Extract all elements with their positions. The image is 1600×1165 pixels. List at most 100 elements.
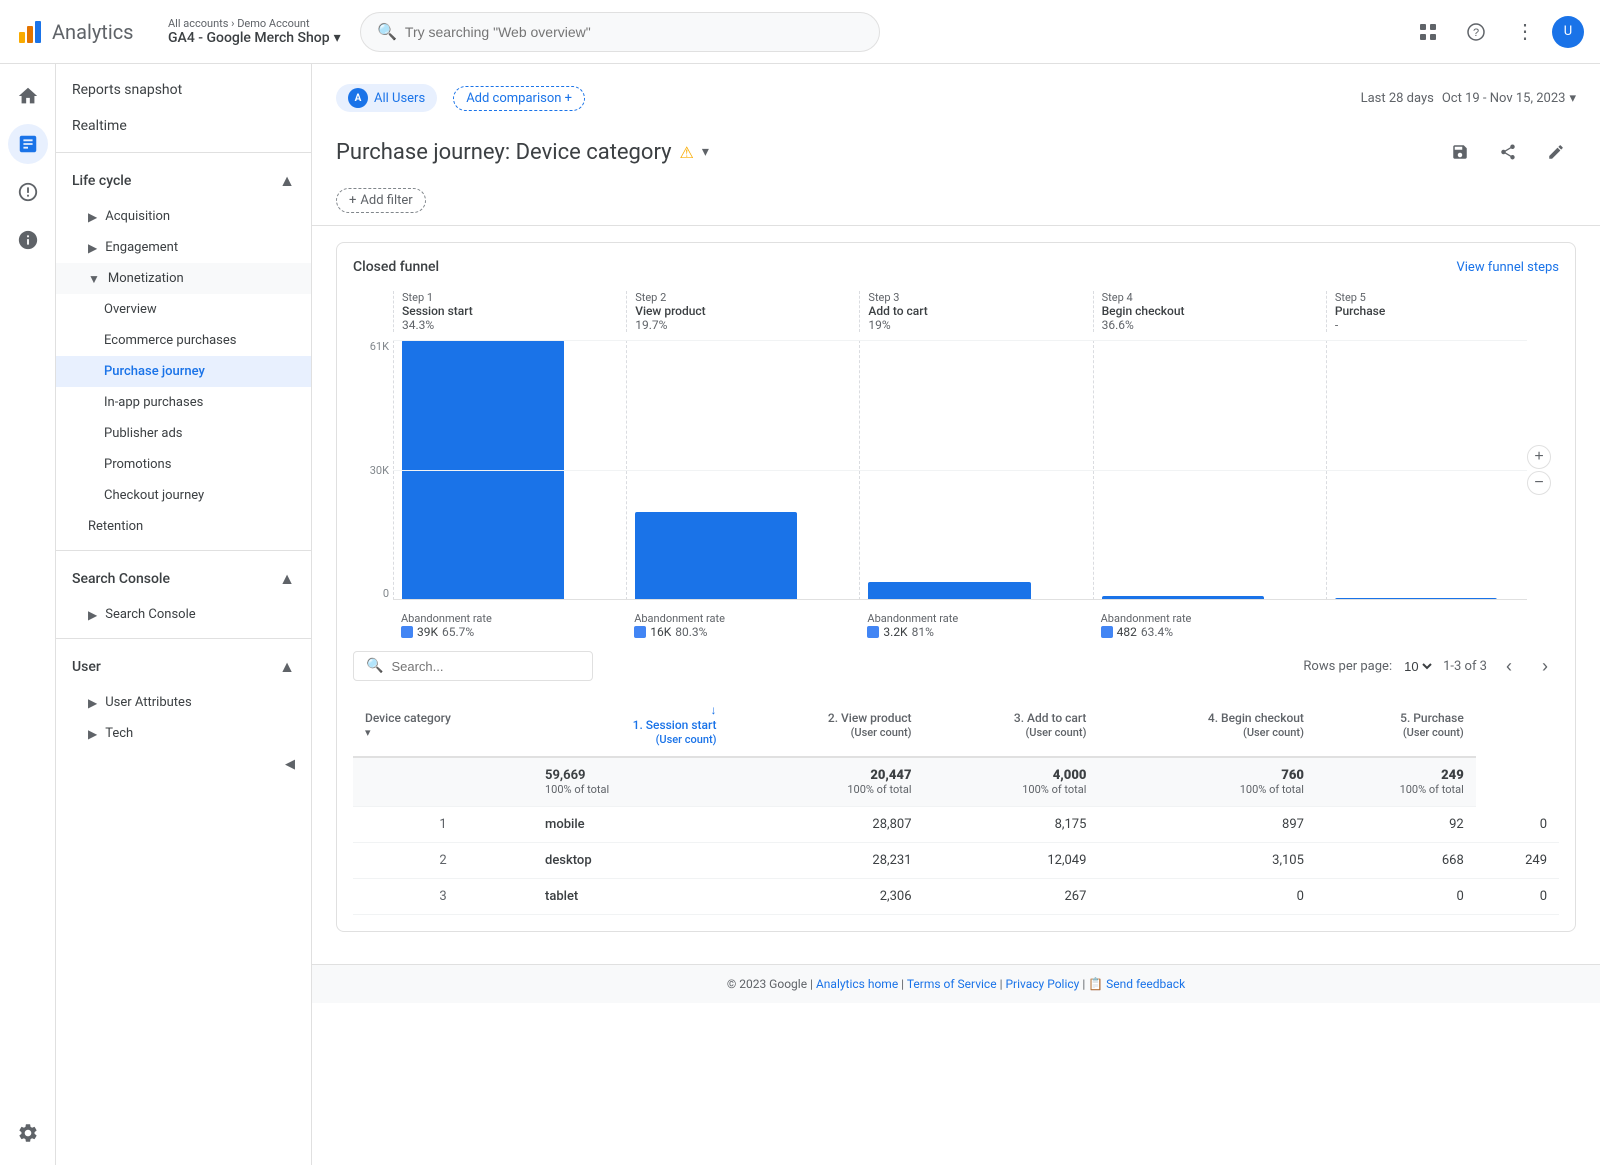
lifecycle-collapse-icon: ▲ <box>279 171 295 191</box>
col-header-add-to-cart[interactable]: 3. Add to cart (User count) <box>924 693 1099 757</box>
footer-feedback-link[interactable]: Send feedback <box>1106 977 1185 991</box>
sidebar-item-search-console[interactable]: ▶ Search Console <box>56 599 311 630</box>
rail-explore-button[interactable] <box>8 172 48 212</box>
settings-icon <box>17 1122 39 1144</box>
row-device-3: tablet <box>533 879 729 915</box>
apps-icon-button[interactable] <box>1408 12 1448 52</box>
abandonment-dot-3 <box>867 626 879 638</box>
rail-advertising-button[interactable] <box>8 220 48 260</box>
col-header-purchase-inner: 5. Purchase (User count) <box>1328 711 1464 739</box>
sidebar: Reports snapshot Realtime Life cycle ▲ ▶… <box>56 64 312 1165</box>
user-segment-chip[interactable]: A All Users <box>336 84 437 112</box>
col-device-filter-icon: ▾ <box>365 726 371 739</box>
sidebar-item-engagement[interactable]: ▶ Engagement <box>56 232 311 263</box>
abandonment-dot-1 <box>401 626 413 638</box>
sidebar-sub-ecommerce[interactable]: Ecommerce purchases <box>56 325 311 356</box>
rail-home-button[interactable] <box>8 76 48 116</box>
edit-icon <box>1547 143 1565 161</box>
rows-per-page-select[interactable]: 10 25 50 <box>1400 658 1435 675</box>
abandonment-label-4: Abandonment rate <box>1101 612 1318 625</box>
col-header-view-product[interactable]: 2. View product (User count) <box>729 693 924 757</box>
sidebar-reports-snapshot[interactable]: Reports snapshot <box>56 72 311 108</box>
col-header-purchase[interactable]: 5. Purchase (User count) <box>1316 693 1476 757</box>
monetization-label: Monetization <box>108 271 184 286</box>
step-header-4: Step 4 Begin checkout 36.6% <box>1093 291 1326 332</box>
footer-privacy-link[interactable]: Privacy Policy <box>1005 977 1079 991</box>
step-name-3: Add to cart <box>868 304 1084 318</box>
sidebar-item-monetization[interactable]: ▼ Monetization <box>56 263 311 294</box>
sidebar-item-retention[interactable]: Retention <box>56 511 311 542</box>
sidebar-sub-promotions[interactable]: Promotions <box>56 449 311 480</box>
row-purchase-2: 249 <box>1476 843 1559 879</box>
col-purchase-sub: (User count) <box>1403 726 1464 739</box>
add-filter-button[interactable]: + Add filter <box>336 188 426 213</box>
view-funnel-steps-link[interactable]: View funnel steps <box>1456 260 1559 275</box>
sidebar-item-acquisition[interactable]: ▶ Acquisition <box>56 201 311 232</box>
next-page-button[interactable]: › <box>1531 652 1559 680</box>
date-range-selector[interactable]: Last 28 days Oct 19 - Nov 15, 2023 ▾ <box>1361 91 1576 106</box>
prev-page-button[interactable]: ‹ <box>1495 652 1523 680</box>
analytics-logo-icon <box>16 18 44 46</box>
user-avatar[interactable]: U <box>1552 16 1584 48</box>
share-button[interactable] <box>1488 132 1528 172</box>
step-header-3: Step 3 Add to cart 19% <box>859 291 1092 332</box>
title-dropdown-icon[interactable]: ▾ <box>702 144 709 160</box>
row-cart-2: 3,105 <box>1098 843 1316 879</box>
global-search-bar[interactable]: 🔍 <box>360 12 880 52</box>
sidebar-item-user-attributes[interactable]: ▶ User Attributes <box>56 687 311 718</box>
col-view-sub: (User count) <box>851 726 912 739</box>
col-header-begin-checkout[interactable]: 4. Begin checkout (User count) <box>1098 693 1316 757</box>
add-comparison-button[interactable]: Add comparison + <box>453 86 585 111</box>
col-purchase-label: 5. Purchase <box>1400 711 1464 725</box>
abandonment-count-2: 16K <box>650 625 671 639</box>
account-name-dropdown[interactable]: GA4 - Google Merch Shop ▾ <box>168 30 348 46</box>
save-report-button[interactable] <box>1440 132 1480 172</box>
footer-terms-link[interactable]: Terms of Service <box>907 977 997 991</box>
sidebar-section-user[interactable]: User ▲ <box>56 647 311 687</box>
table-search-row: 🔍 Rows per page: 10 25 50 1-3 of 3 ‹ › <box>353 643 1559 693</box>
date-label: Last 28 days <box>1361 91 1434 106</box>
acquisition-expand-icon: ▶ <box>88 210 97 224</box>
col-header-session-start[interactable]: ↓ 1. Session start (User count) <box>533 693 729 757</box>
sidebar-sub-overview[interactable]: Overview <box>56 294 311 325</box>
sidebar-sub-purchase-journey[interactable]: Purchase journey <box>56 356 311 387</box>
search-input[interactable] <box>405 24 863 40</box>
step-pct-2: 19.7% <box>635 318 851 332</box>
row-session-1: 28,807 <box>729 807 924 843</box>
totals-view-product: 20,447 100% of total <box>729 757 924 807</box>
sidebar-sub-publisher-ads[interactable]: Publisher ads <box>56 418 311 449</box>
abandonment-pct-3: 81% <box>912 625 934 639</box>
apps-icon <box>1418 22 1438 42</box>
rail-settings-button[interactable] <box>8 1113 48 1153</box>
sidebar-item-tech[interactable]: ▶ Tech <box>56 718 311 749</box>
row-purchase-1: 0 <box>1476 807 1559 843</box>
page-title-row: Purchase journey: Device category ⚠ ▾ <box>336 120 1576 180</box>
funnel-header: Closed funnel View funnel steps <box>353 259 1559 275</box>
page-title: Purchase journey: Device category ⚠ ▾ <box>336 140 709 165</box>
col-header-device[interactable]: Device category ▾ <box>353 693 533 757</box>
retention-label: Retention <box>88 519 143 534</box>
totals-label <box>353 757 533 807</box>
funnel-card: Closed funnel View funnel steps Step 1 S… <box>336 242 1576 932</box>
totals-session-start: 59,669 100% of total <box>533 757 729 807</box>
sidebar-section-lifecycle[interactable]: Life cycle ▲ <box>56 161 311 201</box>
help-icon-button[interactable]: ? <box>1456 12 1496 52</box>
table-search-input[interactable] <box>391 659 580 674</box>
edit-button[interactable] <box>1536 132 1576 172</box>
more-options-button[interactable]: ⋮ <box>1504 12 1544 52</box>
sidebar-collapse-button[interactable]: ◀ <box>56 749 311 780</box>
search-icon: 🔍 <box>377 22 397 41</box>
step-header-2: Step 2 View product 19.7% <box>626 291 859 332</box>
sidebar-section-search-console[interactable]: Search Console ▲ <box>56 559 311 599</box>
sidebar-sub-checkout[interactable]: Checkout journey <box>56 480 311 511</box>
reports-icon <box>17 133 39 155</box>
zoom-in-button[interactable]: + <box>1527 445 1551 469</box>
rail-reports-button[interactable] <box>8 124 48 164</box>
account-info: All accounts › Demo Account GA4 - Google… <box>168 17 348 46</box>
sidebar-realtime[interactable]: Realtime <box>56 108 311 144</box>
footer-analytics-home-link[interactable]: Analytics home <box>816 977 898 991</box>
topbar-right: ? ⋮ U <box>1408 12 1584 52</box>
pagination-info: 1-3 of 3 <box>1443 659 1487 674</box>
sidebar-sub-inapp[interactable]: In-app purchases <box>56 387 311 418</box>
zoom-out-button[interactable]: − <box>1527 471 1551 495</box>
